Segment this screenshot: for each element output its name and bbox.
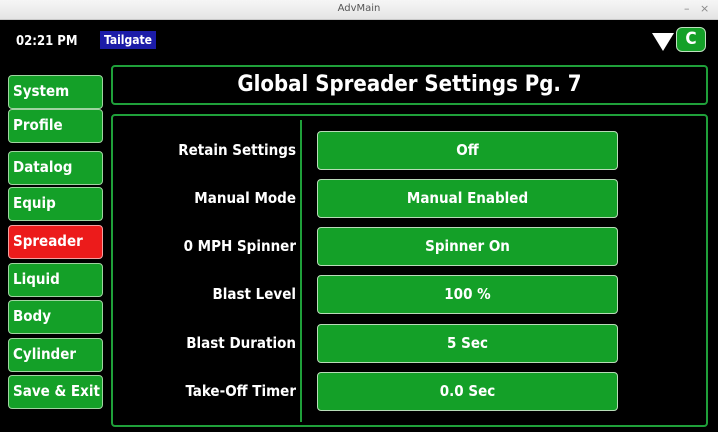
- nav-datalog[interactable]: Datalog: [8, 151, 103, 185]
- blast-duration-button[interactable]: 5 Sec: [317, 324, 618, 363]
- app-area: 02:21 PM Tailgate C System Profile Datal…: [0, 20, 718, 432]
- tailgate-badge: Tailgate: [100, 31, 156, 49]
- clock: 02:21 PM: [16, 34, 78, 49]
- panel-divider: [300, 120, 302, 422]
- c-button[interactable]: C: [676, 27, 706, 52]
- nav-system[interactable]: System: [8, 75, 103, 109]
- nav-equip[interactable]: Equip: [8, 187, 103, 221]
- nav-save-exit[interactable]: Save & Exit: [8, 375, 103, 409]
- manual-mode-button[interactable]: Manual Enabled: [317, 179, 618, 218]
- blast-level-label: Blast Level: [212, 285, 296, 303]
- down-triangle-icon[interactable]: [652, 33, 674, 51]
- minimize-icon[interactable]: –: [684, 2, 690, 15]
- nav-liquid[interactable]: Liquid: [8, 263, 103, 297]
- nav-profile[interactable]: Profile: [8, 109, 103, 143]
- manual-mode-label: Manual Mode: [194, 189, 296, 207]
- take-off-timer-label: Take-Off Timer: [185, 382, 296, 400]
- retain-settings-button[interactable]: Off: [317, 131, 618, 170]
- blast-duration-label: Blast Duration: [186, 334, 296, 352]
- zero-mph-spinner-label: 0 MPH Spinner: [183, 237, 296, 255]
- blast-level-button[interactable]: 100 %: [317, 275, 618, 314]
- window-titlebar: AdvMain – ×: [0, 0, 718, 20]
- nav-body[interactable]: Body: [8, 300, 103, 334]
- take-off-timer-button[interactable]: 0.0 Sec: [317, 372, 618, 411]
- page-title: Global Spreader Settings Pg. 7: [111, 65, 708, 105]
- nav-spreader[interactable]: Spreader: [8, 225, 103, 259]
- zero-mph-spinner-button[interactable]: Spinner On: [317, 227, 618, 266]
- window-title: AdvMain: [337, 3, 381, 14]
- nav-cylinder[interactable]: Cylinder: [8, 338, 103, 372]
- close-icon[interactable]: ×: [700, 2, 709, 15]
- retain-settings-label: Retain Settings: [178, 141, 296, 159]
